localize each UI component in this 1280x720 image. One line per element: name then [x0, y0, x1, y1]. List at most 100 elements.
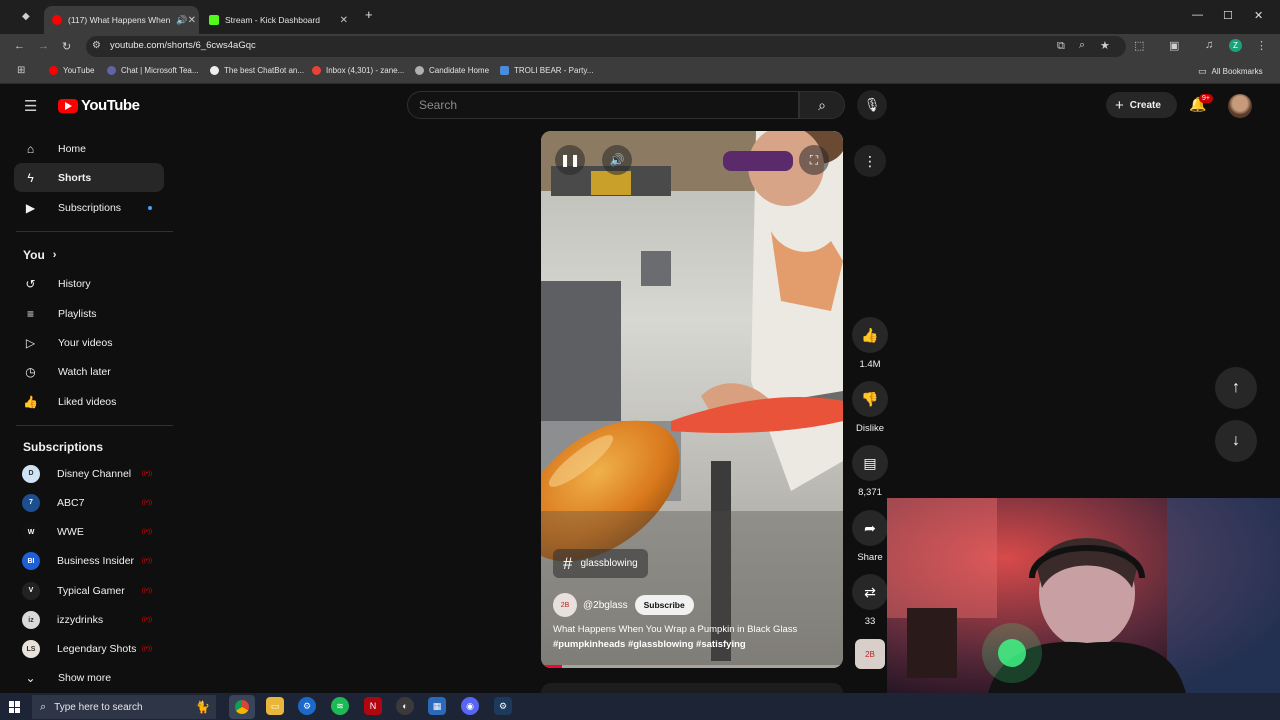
apps-grid-icon[interactable]: ⊞: [17, 65, 25, 76]
video-progress-bar[interactable]: [541, 665, 843, 668]
tab-youtube-short[interactable]: (117) What Happens When 🔊 ✕: [44, 6, 199, 34]
close-window-icon[interactable]: ✕: [1254, 9, 1263, 22]
reload-icon[interactable]: ↻: [62, 40, 71, 53]
sidebar-item-home[interactable]: ⌂ Home: [14, 134, 164, 163]
subscriptions-heading: Subscriptions: [23, 440, 104, 454]
bookmark-candidate-home[interactable]: Candidate Home: [415, 66, 489, 75]
bookmark-star-icon[interactable]: ★: [1100, 39, 1110, 52]
zoom-icon[interactable]: ⌕: [1079, 39, 1085, 52]
candidate-icon: [415, 66, 424, 75]
hamburger-menu-icon[interactable]: ☰: [24, 97, 37, 115]
sidebar-you-heading[interactable]: You ›: [14, 240, 164, 269]
app-icon[interactable]: ▦: [428, 697, 446, 715]
bookmark-teams[interactable]: Chat | Microsoft Tea...: [107, 66, 199, 75]
minimize-icon[interactable]: —: [1192, 9, 1203, 21]
profile-avatar[interactable]: Z: [1229, 39, 1242, 52]
sidebar-item-subscriptions[interactable]: ▶ Subscriptions: [14, 193, 164, 222]
spotify-icon[interactable]: ≋: [331, 697, 349, 715]
sidebar-item-watch-later[interactable]: ◷ Watch later: [14, 357, 164, 386]
history-icon: ↺: [25, 276, 36, 291]
fullscreen-button[interactable]: ⛶: [799, 145, 829, 175]
dislike-button[interactable]: 👎: [852, 381, 888, 417]
tab-search-icon[interactable]: ◆: [22, 11, 30, 22]
remix-button[interactable]: ⇄: [852, 574, 888, 610]
discord-icon[interactable]: ◉: [461, 697, 479, 715]
back-icon[interactable]: ←: [14, 40, 25, 52]
subscription-item[interactable]: D Disney Channel ((•)): [14, 459, 164, 488]
bookmark-youtube[interactable]: YouTube: [49, 66, 94, 75]
sidebar-item-liked-videos[interactable]: 👍 Liked videos: [14, 387, 164, 416]
subscription-item[interactable]: V Typical Gamer ((•)): [14, 576, 164, 605]
close-tab-icon[interactable]: ✕: [340, 15, 348, 26]
video-frame-illustration: [541, 131, 843, 668]
bookmark-troli-bear[interactable]: TROLI BEAR - Party...: [500, 66, 593, 75]
subscription-label: WWE: [57, 526, 84, 539]
volume-button[interactable]: 🔊: [602, 145, 632, 175]
subscription-item[interactable]: LS Legendary Shots ((•)): [14, 635, 164, 664]
site-info-icon[interactable]: ⚙: [92, 40, 101, 51]
steam-client-icon[interactable]: ⚙: [494, 697, 512, 715]
windows-start-icon[interactable]: [9, 701, 21, 713]
create-button[interactable]: + Create: [1106, 92, 1177, 118]
bookmark-inbox[interactable]: Inbox (4,301) - zane...: [312, 66, 404, 75]
subscription-item[interactable]: iz izzydrinks ((•)): [14, 606, 164, 635]
pause-button[interactable]: ❚❚: [555, 145, 585, 175]
search-input[interactable]: Search: [407, 91, 799, 119]
obs-icon[interactable]: ◐: [396, 697, 414, 715]
dislike-action[interactable]: 👎 Dislike: [852, 381, 888, 434]
close-tab-icon[interactable]: ✕: [188, 15, 196, 26]
side-panel-icon[interactable]: ▣: [1169, 39, 1179, 52]
previous-short-button[interactable]: ↑: [1215, 367, 1257, 409]
show-more-button[interactable]: ⌄ Show more: [14, 663, 164, 692]
like-button[interactable]: 👍: [852, 317, 888, 353]
like-action[interactable]: 👍 1.4M: [852, 317, 888, 370]
tab-kick-dashboard[interactable]: Stream - Kick Dashboard ✕: [201, 6, 356, 34]
media-icon[interactable]: ♫: [1205, 39, 1213, 51]
speaker-icon[interactable]: 🔊: [176, 15, 187, 26]
menu-kebab-icon[interactable]: ⋮: [1256, 39, 1267, 52]
search-button[interactable]: ⌕: [799, 91, 845, 119]
sidebar-item-history[interactable]: ↺ History: [14, 269, 164, 298]
comments-button[interactable]: ▤: [852, 445, 888, 481]
extensions-icon[interactable]: ⬚: [1134, 39, 1144, 52]
subscription-item[interactable]: BI Business Insider ((•)): [14, 547, 164, 576]
share-action[interactable]: ➦ Share: [852, 510, 888, 563]
sound-thumbnail[interactable]: 2B: [855, 639, 885, 669]
maximize-icon[interactable]: ☐: [1223, 9, 1233, 22]
account-avatar[interactable]: [1228, 94, 1252, 118]
browser-tab-strip: ◆ (117) What Happens When 🔊 ✕ Stream - K…: [0, 0, 1280, 34]
voice-search-button[interactable]: 🎙: [857, 90, 887, 120]
taskbar-search[interactable]: ⌕ Type here to search 🐈: [32, 695, 216, 719]
sidebar-item-shorts[interactable]: ϟ Shorts: [14, 163, 164, 192]
short-hashtags[interactable]: #pumpkinheads #glassblowing #satisfying: [553, 637, 833, 652]
bookmark-chatbot[interactable]: The best ChatBot an...: [210, 66, 304, 75]
hashtag-chip[interactable]: # glassblowing: [553, 549, 648, 578]
remix-action[interactable]: ⇄ 33: [852, 574, 888, 627]
thumbs-up-icon: 👍: [861, 326, 879, 343]
subscription-item[interactable]: 7 ABC7 ((•)): [14, 488, 164, 517]
sidebar-item-your-videos[interactable]: ▷ Your videos: [14, 328, 164, 357]
new-tab-button[interactable]: +: [365, 7, 373, 22]
short-caption[interactable]: What Happens When You Wrap a Pumpkin in …: [553, 622, 833, 652]
shorts-video-player[interactable]: ❚❚ 🔊 ⛶ # glassblowing 2B @2bglass Subscri…: [541, 131, 843, 668]
channel-handle[interactable]: @2bglass: [583, 600, 628, 611]
comments-action[interactable]: ▤ 8,371: [852, 445, 888, 498]
netflix-icon[interactable]: N: [364, 697, 382, 715]
subscription-item[interactable]: W WWE ((•)): [14, 518, 164, 547]
youtube-logo[interactable]: YouTube: [58, 97, 140, 114]
channel-avatar: W: [22, 523, 40, 542]
more-options-button[interactable]: ⋮: [854, 145, 886, 177]
plus-icon: +: [1115, 96, 1124, 114]
subscribe-button[interactable]: Subscribe: [634, 595, 694, 615]
forward-icon[interactable]: →: [38, 40, 49, 52]
channel-avatar[interactable]: 2B: [553, 593, 577, 617]
chrome-taskbar-icon[interactable]: [229, 695, 255, 719]
install-app-icon[interactable]: ⧉: [1057, 40, 1065, 53]
steam-icon[interactable]: ⚙: [298, 697, 316, 715]
file-explorer-icon[interactable]: ▭: [266, 697, 284, 715]
all-bookmarks[interactable]: ▭ All Bookmarks: [1198, 66, 1263, 77]
share-button[interactable]: ➦: [852, 510, 888, 546]
sidebar-item-playlists[interactable]: ≡ Playlists: [14, 299, 164, 328]
live-indicator-icon: ((•)): [141, 499, 152, 506]
next-short-button[interactable]: ↓: [1215, 420, 1257, 462]
